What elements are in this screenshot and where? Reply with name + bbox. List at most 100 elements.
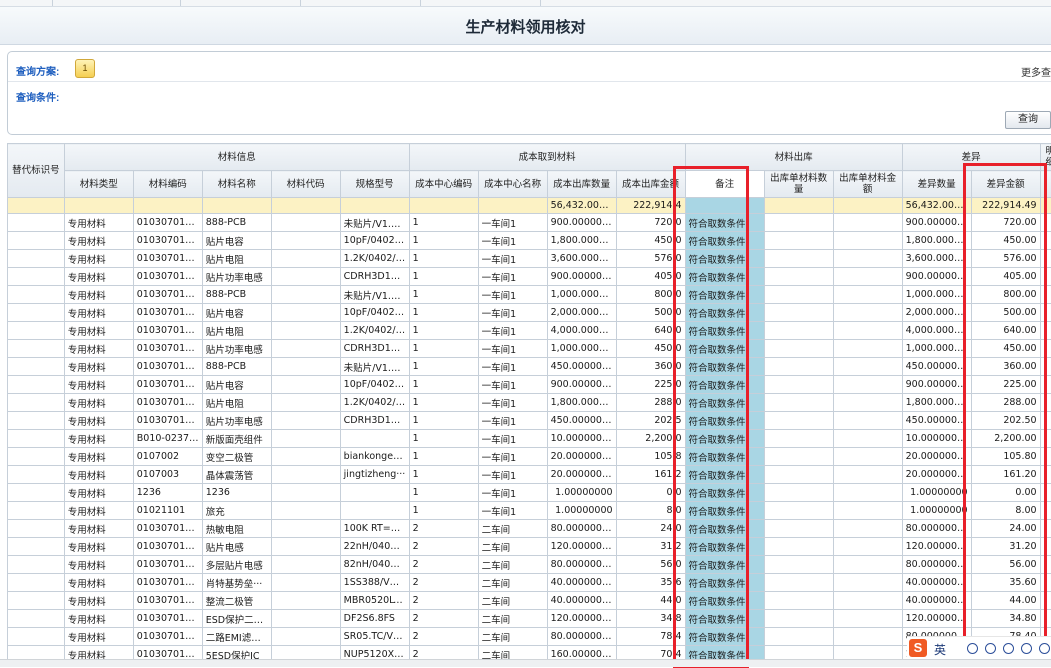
cost-out-amount-cell: 34.8 [616, 610, 685, 628]
out-qty-cell [764, 574, 833, 592]
table-row[interactable]: 专用材料01030701137整流二极管MBR0520LT1/···2二车间40… [8, 592, 1051, 610]
cost-center-code-cell: 2 [409, 556, 478, 574]
query-scheme-chip[interactable]: 1 [75, 59, 95, 78]
header-material-code2[interactable]: 材料代码 [271, 171, 340, 198]
note-cell: 符合取数条件 [685, 376, 764, 394]
ime-punctuation-icon[interactable] [967, 643, 978, 654]
material-name-cell: 肖特基势垒··· [202, 574, 271, 592]
out-amount-cell [833, 556, 902, 574]
table-row[interactable]: 专用材料01021101旅充1一车间11.000000008.0符合取数条件1.… [8, 502, 1051, 520]
note-cell: 符合取数条件 [685, 466, 764, 484]
note-cell: 符合取数条件 [685, 358, 764, 376]
table-row[interactable]: 专用材料01030701134贴片电感22nH/0402/···2二车间120.… [8, 538, 1051, 556]
table-row[interactable]: 专用材料01030701129888-PCB未贴片/V1.0···1一车间190… [8, 214, 1051, 232]
table-row[interactable]: 专用材料0107002变空二极管biankongerj···1一车间120.00… [8, 448, 1051, 466]
header-spec[interactable]: 规格型号 [340, 171, 409, 198]
material-name-cell: 贴片电容 [202, 304, 271, 322]
table-row[interactable]: 专用材料0107003晶体震荡管jingtizheng···1一车间120.00… [8, 466, 1051, 484]
diff-qty-cell: 450.00000000 [902, 358, 971, 376]
header-cost-out-amount[interactable]: 成本出库金额 [616, 171, 685, 198]
out-qty-cell [764, 538, 833, 556]
ime-tools-icon[interactable] [1039, 643, 1050, 654]
table-row[interactable]: 专用材料01030701131贴片电阻1.2K/0402/5···1一车间11,… [8, 394, 1051, 412]
out-qty-cell [764, 394, 833, 412]
detail-cell [1040, 268, 1051, 286]
table-row[interactable]: 专用材料01030701141二路EMI滤波器SR05.TC/Vr=···2二车… [8, 628, 1051, 646]
cost-center-code-cell: 1 [409, 214, 478, 232]
material-name-cell: 热敏电阻 [202, 520, 271, 538]
alt-id-cell [8, 412, 65, 430]
diff-qty-cell: 1,800.00000··· [902, 394, 971, 412]
header-cost-center-code[interactable]: 成本中心编码 [409, 171, 478, 198]
material-code-cell: 01030701131 [133, 394, 202, 412]
material-code-cell: 01030701137 [133, 592, 202, 610]
diff-qty-cell: 1,000.00000··· [902, 340, 971, 358]
spec-cell: 10pF/0402/··· [340, 376, 409, 394]
out-amount-cell [833, 304, 902, 322]
out-amount-cell [833, 214, 902, 232]
table-row[interactable]: 专用材料123612361一车间11.000000000.0符合取数条件1.00… [8, 484, 1051, 502]
out-amount-cell [833, 466, 902, 484]
table-row[interactable]: 专用材料01030701133贴片功率电感CDRH3D16-10···1一车间1… [8, 412, 1051, 430]
table-row[interactable]: 专用材料01030701132热敏电阻100K RT=1%···2二车间80.0… [8, 520, 1051, 538]
cost-center-code-cell: 1 [409, 484, 478, 502]
detail-cell [1040, 502, 1051, 520]
ime-language-toggle[interactable]: 英 [934, 641, 946, 658]
ime-skin-icon[interactable] [1021, 643, 1032, 654]
table-row[interactable]: 专用材料01030701135多层贴片电感82nH/0402/5%2二车间80.… [8, 556, 1051, 574]
table-row[interactable]: 专用材料01030701129888-PCB未贴片/V1.0···1一车间145… [8, 358, 1051, 376]
header-material-type[interactable]: 材料类型 [64, 171, 133, 198]
ime-keyboard-icon[interactable] [1003, 643, 1014, 654]
cost-out-qty-cell: 1,800.00000··· [547, 394, 616, 412]
sogou-ime-logo[interactable]: S [909, 639, 927, 657]
header-detail-extra [1040, 171, 1051, 198]
table-row[interactable]: 专用材料B010-0237003新版面壳组件1一车间110.000000002,… [8, 430, 1051, 448]
header-material-code[interactable]: 材料编码 [133, 171, 202, 198]
alt-id-cell [8, 214, 65, 232]
material-name-cell: 新版面壳组件 [202, 430, 271, 448]
query-button[interactable]: 查询 [1005, 111, 1051, 129]
table-row[interactable]: 专用材料01030701129888-PCB未贴片/V1.0···1一车间11,… [8, 286, 1051, 304]
header-cost-out-qty[interactable]: 成本出库数量 [547, 171, 616, 198]
cost-out-qty-cell: 900.00000000 [547, 268, 616, 286]
cost-center-code-cell: 1 [409, 304, 478, 322]
material-type-cell: 专用材料 [64, 574, 133, 592]
table-row[interactable]: 专用材料01030701130贴片电容10pF/0402/···1一车间11,8… [8, 232, 1051, 250]
header-out-amount[interactable]: 出库单材料金额 [833, 171, 902, 198]
cost-center-code-cell: 2 [409, 538, 478, 556]
note-cell: 符合取数条件 [685, 610, 764, 628]
material-code2-cell [271, 340, 340, 358]
ime-voice-icon[interactable] [985, 643, 996, 654]
table-row[interactable]: 专用材料01030701138ESD保护二极管DF2S6.8FS2二车间120.… [8, 610, 1051, 628]
cost-center-code-cell: 1 [409, 376, 478, 394]
cost-center-code-cell: 1 [409, 502, 478, 520]
cost-out-qty-cell: 900.00000000 [547, 376, 616, 394]
spec-cell: 100K RT=1%··· [340, 520, 409, 538]
diff-qty-cell: 1,800.00000··· [902, 232, 971, 250]
header-diff-amount[interactable]: 差异金额 [971, 171, 1040, 198]
header-diff-qty[interactable]: 差异数量 [902, 171, 971, 198]
table-row[interactable]: 专用材料01030701131贴片电阻1.2K/0402/5···1一车间14,… [8, 322, 1051, 340]
table-row[interactable]: 专用材料01030701136肖特基势垒···1SS388/VR=4···2二车… [8, 574, 1051, 592]
alt-id-cell [8, 592, 65, 610]
header-material-name[interactable]: 材料名称 [202, 171, 271, 198]
out-qty-cell [764, 592, 833, 610]
out-qty-cell [764, 430, 833, 448]
cost-center-code-cell: 2 [409, 574, 478, 592]
table-row[interactable]: 专用材料01030701130贴片电容10pF/0402/···1一车间1900… [8, 376, 1051, 394]
table-row[interactable]: 专用材料01030701131贴片电阻1.2K/0402/5···1一车间13,… [8, 250, 1051, 268]
more-query-link[interactable]: 更多查询 [1021, 64, 1051, 79]
table-row[interactable]: 专用材料01030701133贴片功率电感CDRH3D16-10···1一车间1… [8, 268, 1051, 286]
header-cost-center-name[interactable]: 成本中心名称 [478, 171, 547, 198]
out-amount-cell [833, 628, 902, 646]
query-divider [8, 81, 1051, 82]
material-code-cell: 01030701131 [133, 322, 202, 340]
header-out-qty[interactable]: 出库单材料数量 [764, 171, 833, 198]
diff-amount-cell: 800.00 [971, 286, 1040, 304]
header-note[interactable]: 备注 [685, 171, 764, 198]
out-qty-cell [764, 286, 833, 304]
table-row[interactable]: 专用材料01030701130贴片电容10pF/0402/···1一车间12,0… [8, 304, 1051, 322]
material-type-cell: 专用材料 [64, 394, 133, 412]
table-row[interactable]: 专用材料01030701133贴片功率电感CDRH3D16-10···1一车间1… [8, 340, 1051, 358]
out-amount-cell [833, 520, 902, 538]
